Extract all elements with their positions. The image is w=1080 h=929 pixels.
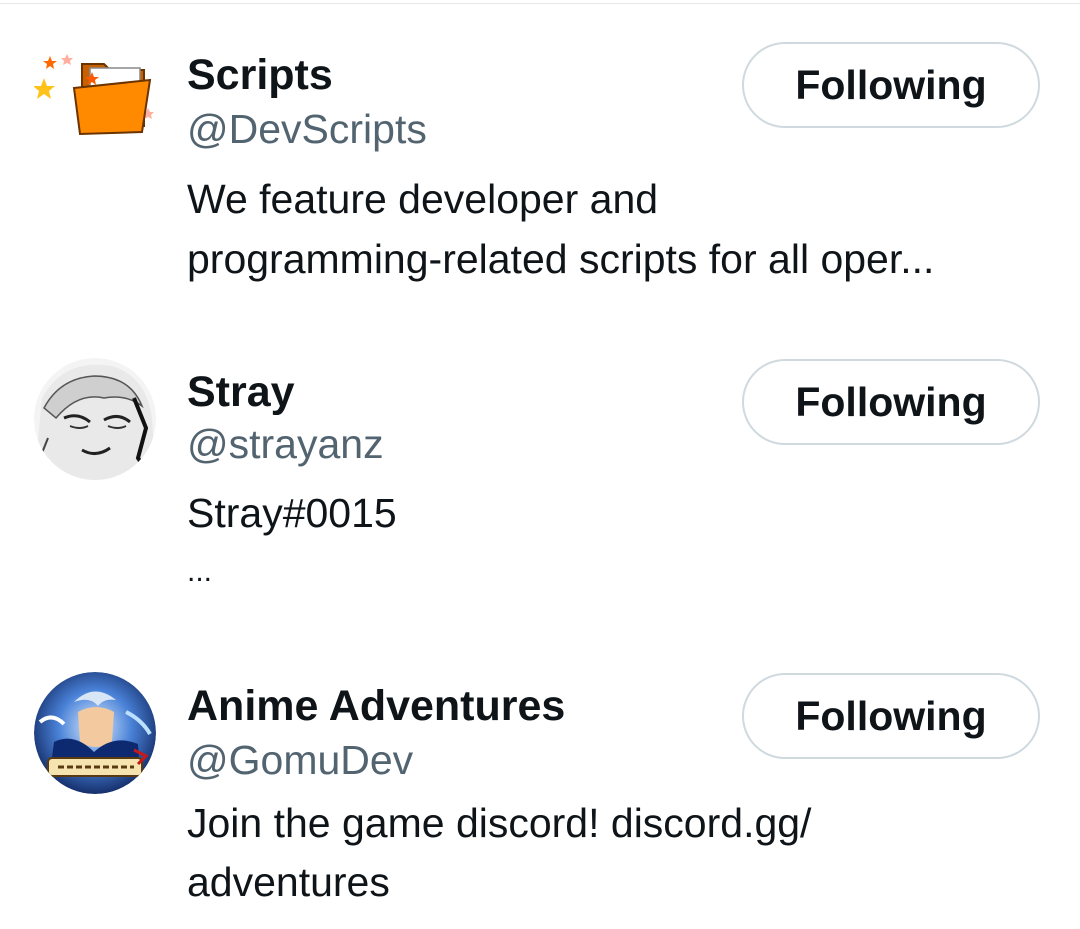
display-name[interactable]: Scripts	[187, 48, 333, 102]
manga-portrait-avatar	[34, 358, 156, 480]
user-handle: @strayanz	[187, 421, 384, 467]
user-cell[interactable]: Stray @strayanz Stray#0015 ... Following	[0, 320, 1080, 640]
user-bio-line: Join the game discord! discord.gg/	[187, 800, 812, 846]
user-cell[interactable]: Scripts @DevScripts We feature developer…	[0, 0, 1080, 320]
avatar[interactable]	[34, 50, 156, 172]
anime-game-avatar	[34, 672, 156, 794]
following-button[interactable]: Following	[742, 673, 1040, 759]
avatar[interactable]	[34, 358, 156, 480]
user-bio-line: We feature developer and	[187, 176, 659, 222]
user-handle: @DevScripts	[187, 106, 427, 152]
display-name[interactable]: Anime Adventures	[187, 679, 565, 733]
user-bio-line: ...	[187, 555, 213, 588]
user-bio-line: adventures	[187, 859, 390, 905]
following-button[interactable]: Following	[742, 359, 1040, 445]
user-handle: @GomuDev	[187, 737, 414, 783]
user-bio-line: Stray#0015	[187, 490, 397, 536]
folder-stars-icon	[34, 54, 154, 136]
display-name[interactable]: Stray	[187, 365, 295, 419]
following-button[interactable]: Following	[742, 42, 1040, 128]
user-cell[interactable]: Anime Adventures @GomuDev Join the game …	[0, 640, 1080, 929]
user-bio-line: programming-related scripts for all oper…	[187, 236, 935, 282]
avatar[interactable]	[34, 672, 156, 794]
